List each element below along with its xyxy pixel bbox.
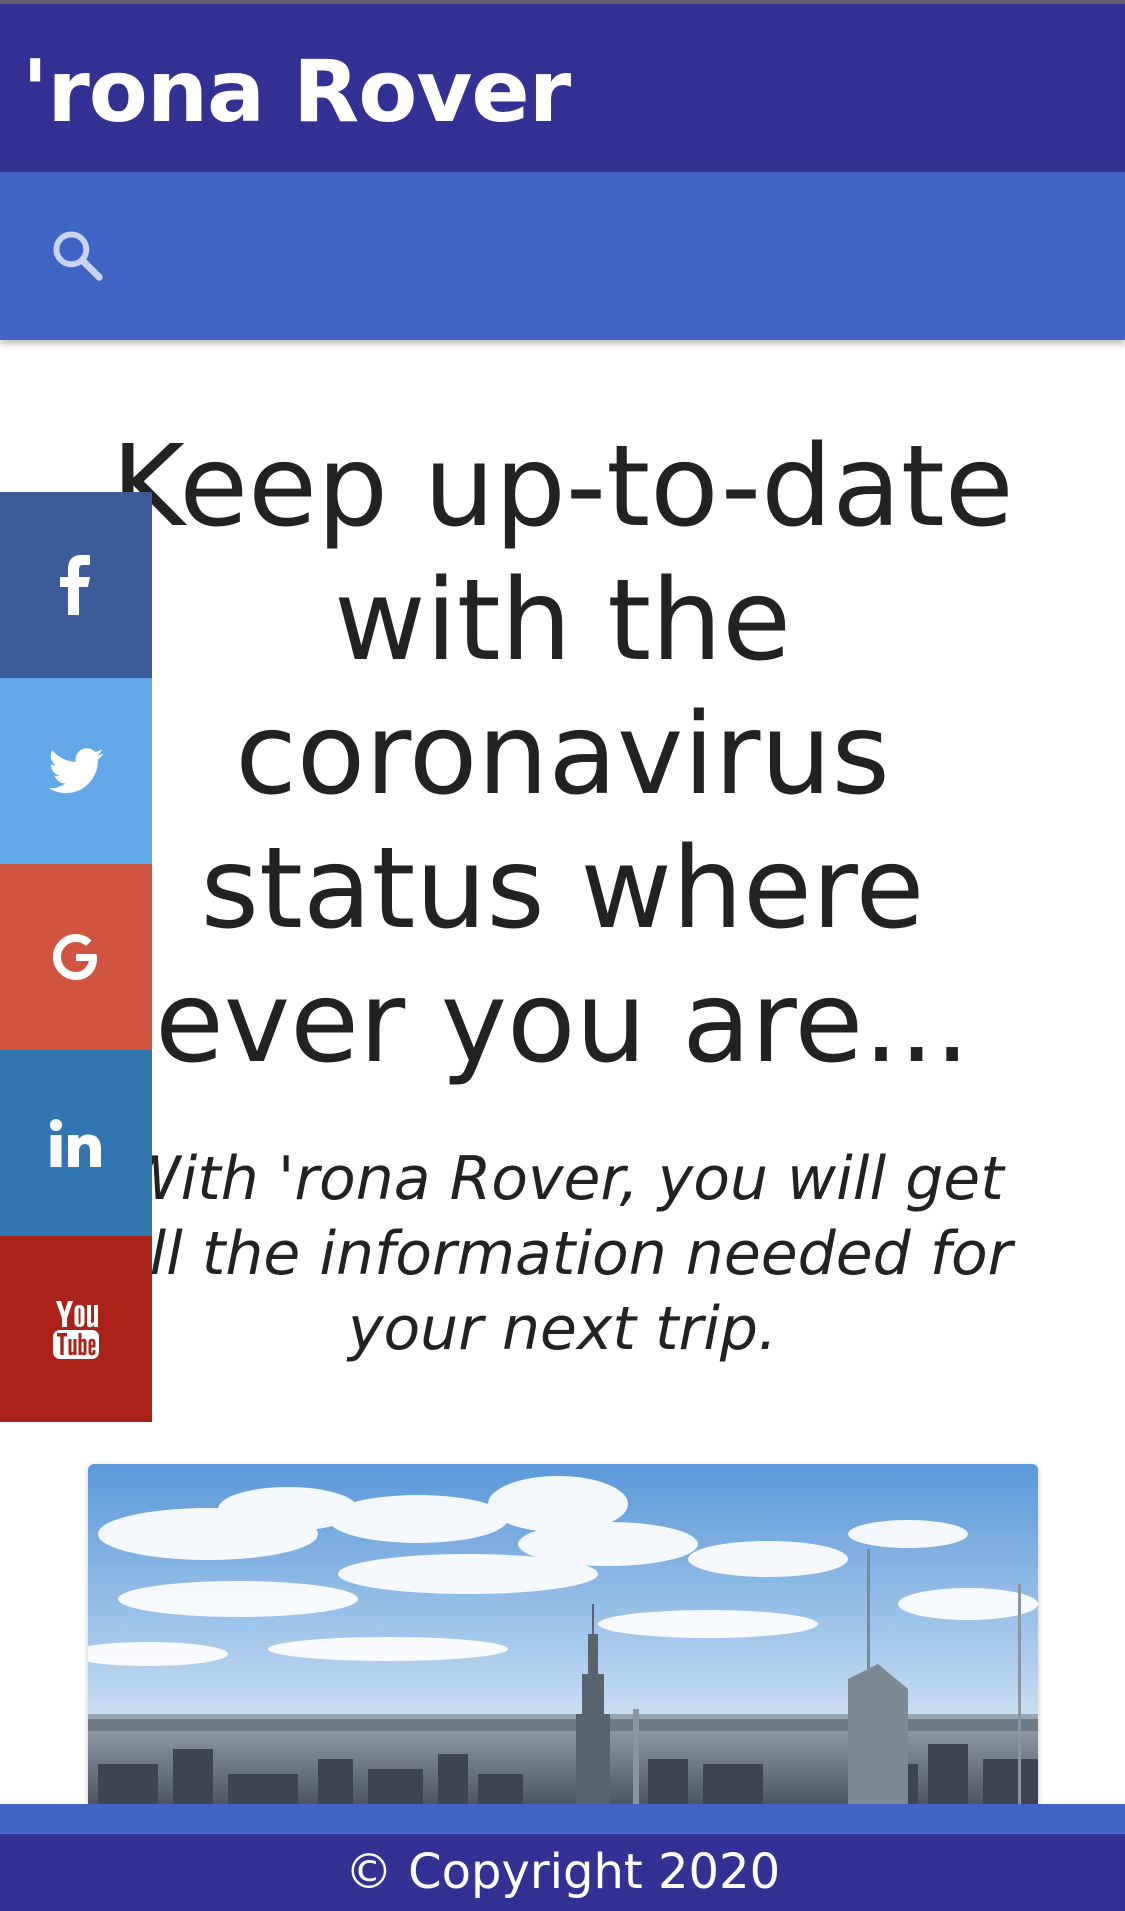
footer-accent-bar	[0, 1804, 1125, 1834]
app-title[interactable]: 'rona Rover	[22, 42, 571, 142]
share-twitter-button[interactable]	[0, 678, 152, 864]
footer: © Copyright 2020	[0, 1834, 1125, 1911]
facebook-icon	[60, 555, 90, 615]
hero-section: Keep up-to-date with the coronavirus sta…	[0, 420, 1125, 1367]
google-icon	[53, 934, 97, 980]
search-icon[interactable]	[46, 224, 110, 288]
linkedin-icon	[50, 1119, 101, 1167]
hero-subheadline: With 'rona Rover, you will get all the i…	[112, 1144, 1013, 1364]
hero-headline: Keep up-to-date with the coronavirus sta…	[111, 422, 1014, 1088]
search-bar	[0, 172, 1125, 340]
twitter-icon	[48, 748, 104, 794]
share-youtube-button[interactable]	[0, 1236, 152, 1422]
page: 'rona Rover Keep up-to-date with the cor…	[0, 0, 1125, 1911]
copyright-text: © Copyright 2020	[344, 1844, 781, 1900]
app-header: 'rona Rover	[0, 4, 1125, 172]
social-share-bar	[0, 492, 152, 1422]
city-skyline-image	[88, 1464, 1038, 1804]
youtube-icon	[53, 1301, 99, 1359]
share-linkedin-button[interactable]	[0, 1050, 152, 1236]
share-google-button[interactable]	[0, 864, 152, 1050]
search-input[interactable]	[130, 212, 1090, 300]
share-facebook-button[interactable]	[0, 492, 152, 678]
